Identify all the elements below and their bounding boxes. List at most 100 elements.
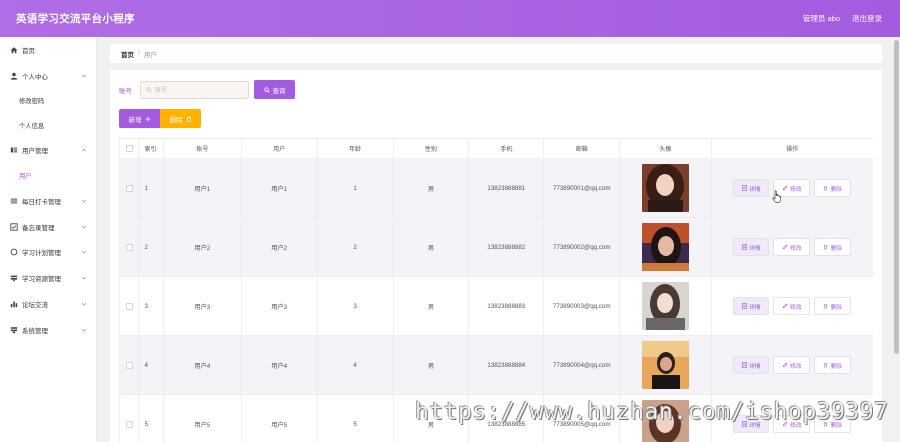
plus-icon — [145, 116, 151, 122]
admin-user-link[interactable]: 管理员 abo — [803, 13, 840, 24]
search-button[interactable]: 查询 — [254, 80, 295, 99]
table-row: 4 用户4 用户4 4 男 13823888884 773890004@qq.c… — [120, 336, 873, 395]
sidebar-subitem-personal-info[interactable]: 个人信息 — [0, 113, 96, 138]
sidebar-item-memo[interactable]: 备忘录管理 — [0, 214, 96, 240]
cell-actions: 详情 修改 删除 — [711, 277, 873, 336]
row-actions: 详情 修改 删除 — [733, 297, 852, 315]
page-scrollbar[interactable] — [893, 37, 900, 442]
row-checkbox[interactable] — [125, 184, 133, 192]
avatar-image[interactable] — [641, 341, 689, 389]
delete-button[interactable]: 删除 — [814, 238, 852, 256]
cell-user: 用户2 — [241, 218, 318, 277]
sidebar-item-study-resources[interactable]: 学习资源管理 — [0, 265, 96, 291]
cell-index: 1 — [139, 159, 164, 218]
row-checkbox[interactable] — [125, 420, 133, 428]
main-panel: 账号 账号 查询 新增 删除 索引 账号 用户 年龄 性别 手机 邮箱 头像 操… — [110, 70, 882, 442]
cell-index: 3 — [139, 277, 164, 336]
cell-email: 773890003@qq.com — [544, 277, 621, 336]
breadcrumb: 首页 / 用户 — [110, 44, 882, 63]
detail-button[interactable]: 详情 — [733, 356, 770, 374]
cell-gender: 男 — [393, 336, 470, 395]
cell-index: 5 — [139, 395, 164, 442]
search-row: 账号 账号 查询 — [119, 80, 295, 99]
scrollbar-thumb[interactable] — [894, 40, 899, 354]
detail-button[interactable]: 详情 — [733, 297, 770, 315]
detail-label: 详情 — [748, 304, 761, 311]
sidebar-subitem-change-password[interactable]: 修改密码 — [0, 89, 96, 114]
breadcrumb-current: 用户 — [143, 51, 157, 59]
cell-avatar — [620, 277, 712, 336]
delete-label: 删除 — [830, 186, 843, 193]
edit-button[interactable]: 修改 — [773, 297, 811, 315]
sidebar-item-daily-checkin[interactable]: 每日打卡管理 — [0, 188, 96, 214]
sidebar-item-user-management[interactable]: 用户管理 — [0, 138, 96, 164]
sidebar-item-label: 首页 — [22, 47, 35, 55]
cell-phone: 13823888881 — [469, 159, 545, 218]
delete-button[interactable]: 删除 — [814, 297, 852, 315]
cell-actions: 详情 修改 删除 — [711, 159, 873, 218]
select-all-checkbox[interactable] — [125, 145, 133, 152]
column-header: 头像 — [620, 139, 712, 159]
cell-account: 用户3 — [163, 277, 242, 336]
cell-email: 773890002@qq.com — [544, 218, 621, 277]
row-checkbox-cell — [120, 395, 140, 442]
cell-avatar — [620, 336, 712, 395]
avatar-image[interactable] — [641, 282, 689, 330]
watermark-text: https://www.huzhan.com/ishop39397 — [415, 399, 889, 425]
cell-gender: 男 — [393, 159, 470, 218]
cell-gender: 男 — [393, 218, 470, 277]
chevron-up-icon — [81, 147, 87, 155]
trash-icon — [823, 303, 828, 309]
delete-button[interactable]: 删除 — [814, 356, 852, 374]
column-header: 用户 — [241, 139, 318, 159]
column-header: 性别 — [393, 139, 470, 159]
chevron-down-icon — [81, 327, 87, 335]
cell-age: 5 — [318, 395, 394, 442]
batch-delete-button[interactable]: 删除 — [160, 109, 201, 128]
cell-account: 用户2 — [163, 218, 242, 277]
cell-actions: 详情 修改 删除 — [711, 218, 873, 277]
list-icon — [10, 197, 18, 205]
search-input[interactable]: 账号 — [140, 80, 249, 99]
document-icon — [742, 244, 747, 250]
edit-button[interactable]: 修改 — [773, 238, 811, 256]
sidebar-item-study-plan[interactable]: 学习计划管理 — [0, 239, 96, 265]
table-row: 1 用户1 用户1 1 男 13823888881 773890001@qq.c… — [120, 159, 873, 218]
detail-label: 详情 — [748, 186, 761, 193]
logout-link[interactable]: 退出登录 — [852, 13, 882, 24]
add-button[interactable]: 新增 — [119, 109, 160, 128]
sidebar-item-forum[interactable]: 论坛交流 — [0, 291, 96, 317]
edit-label: 修改 — [789, 186, 802, 193]
column-header: 账号 — [163, 139, 242, 159]
detail-label: 详情 — [748, 245, 761, 252]
sidebar-subitem-users[interactable]: 用户 — [0, 163, 96, 188]
avatar-image[interactable] — [641, 164, 689, 212]
sidebar-item-personal-center[interactable]: 个人中心 — [0, 63, 96, 89]
delete-label: 删除 — [830, 363, 843, 370]
avatar-image[interactable] — [641, 223, 689, 271]
sidebar-item-system[interactable]: 系统管理 — [0, 317, 96, 343]
cell-user: 用户4 — [241, 336, 318, 395]
row-actions: 详情 修改 删除 — [733, 179, 852, 197]
row-checkbox[interactable] — [125, 302, 133, 310]
sidebar-item-label: 学习计划管理 — [22, 250, 61, 258]
sidebar-item-label: 学习资源管理 — [22, 276, 61, 284]
edit-button[interactable]: 修改 — [773, 356, 811, 374]
row-actions: 详情 修改 删除 — [733, 238, 852, 256]
detail-button[interactable]: 详情 — [733, 238, 770, 256]
cell-age: 1 — [317, 159, 394, 218]
cell-avatar — [620, 159, 712, 218]
row-checkbox[interactable] — [125, 243, 133, 251]
chevron-down-icon — [81, 198, 87, 206]
chart-icon — [10, 300, 18, 308]
sidebar-item-home[interactable]: 首页 — [0, 37, 96, 63]
edit-label: 修改 — [789, 304, 802, 311]
sidebar-item-label: 系统管理 — [22, 327, 48, 335]
breadcrumb-home[interactable]: 首页 — [121, 49, 134, 59]
row-checkbox[interactable] — [125, 361, 133, 369]
table-header: 索引 账号 用户 年龄 性别 手机 邮箱 头像 操作 — [120, 139, 873, 159]
row-actions: 详情 修改 删除 — [733, 356, 852, 374]
cell-user: 用户1 — [241, 159, 318, 218]
delete-button[interactable]: 删除 — [814, 179, 852, 197]
detail-button[interactable]: 详情 — [733, 179, 770, 197]
